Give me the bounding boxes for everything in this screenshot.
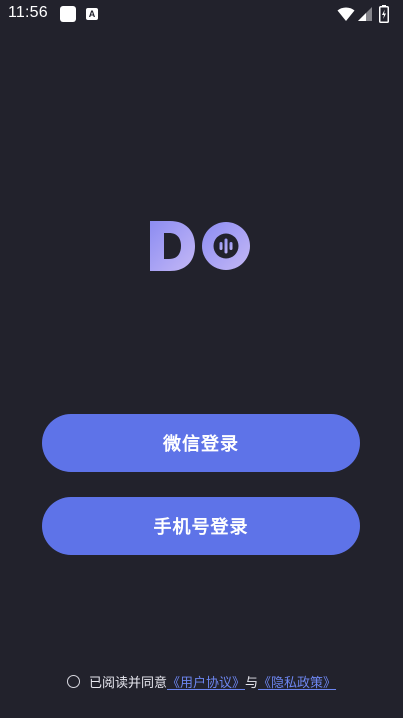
battery-icon (379, 5, 389, 23)
privacy-policy-link[interactable]: 《隐私政策》 (258, 672, 336, 691)
status-bar: 11:56 A (0, 0, 403, 28)
signal-icon (358, 7, 372, 21)
user-agreement-link[interactable]: 《用户协议》 (167, 672, 245, 691)
status-time: 11:56 (8, 4, 48, 21)
agreement-row: 已阅读并同意 《用户协议》 与 《隐私政策》 (0, 670, 403, 692)
login-screen: 11:56 A 微信登录 手机号登录 已阅读并同意 《用户协议》 与 《隐私政策… (0, 0, 403, 718)
agreement-checkbox[interactable] (66, 674, 80, 688)
notification-a-icon: A (86, 8, 98, 20)
app-logo (150, 221, 250, 271)
notification-app-icon (60, 6, 76, 22)
status-icons (337, 5, 397, 23)
agreement-conjunction: 与 (245, 675, 259, 691)
wechat-login-button[interactable]: 微信登录 (42, 414, 360, 472)
wifi-icon (337, 7, 355, 21)
phone-login-button[interactable]: 手机号登录 (42, 497, 360, 555)
agreement-prefix: 已阅读并同意 (88, 675, 167, 691)
